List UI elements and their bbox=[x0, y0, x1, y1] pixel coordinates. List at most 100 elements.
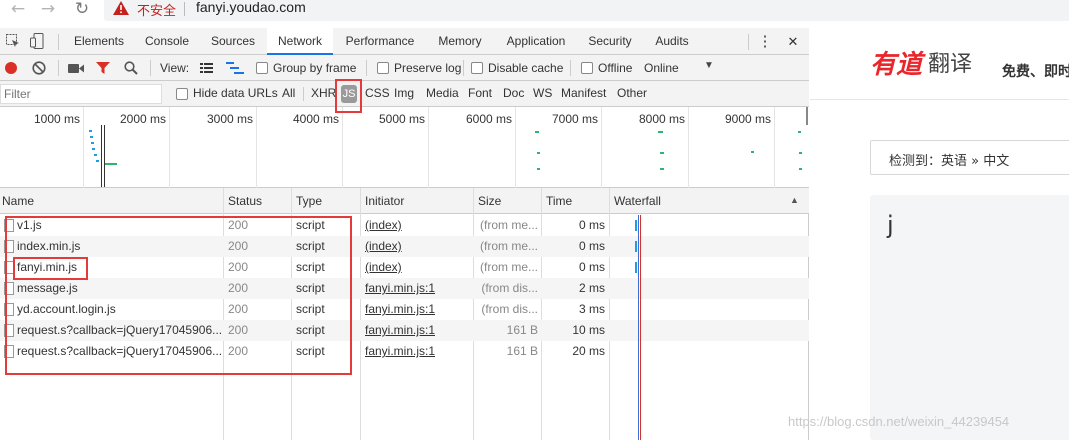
security-label[interactable]: 不安全 bbox=[137, 0, 176, 19]
tab-application[interactable]: Application bbox=[498, 28, 574, 55]
site-header: 有道 翻译 免费、即时 bbox=[810, 28, 1069, 100]
filter-type-all[interactable]: All bbox=[282, 86, 295, 100]
logo-text[interactable]: 翻译 bbox=[928, 50, 972, 80]
hide-data-urls-checkbox[interactable] bbox=[176, 88, 188, 100]
request-initiator-link[interactable]: fanyi.min.js:1 bbox=[365, 323, 435, 337]
preserve-log-checkbox[interactable] bbox=[377, 62, 389, 74]
overview-tick-label: 9000 ms bbox=[724, 112, 771, 126]
hide-data-urls-label[interactable]: Hide data URLs bbox=[193, 86, 278, 100]
filter-type-media[interactable]: Media bbox=[426, 86, 459, 100]
group-by-frame-checkbox[interactable] bbox=[256, 62, 268, 74]
filter-type-manifest[interactable]: Manifest bbox=[561, 86, 606, 100]
arrow-right-icon[interactable]: → bbox=[38, 0, 58, 20]
filter-type-css[interactable]: CSS bbox=[365, 86, 390, 100]
tab-audits[interactable]: Audits bbox=[646, 28, 698, 55]
arrow-left-icon[interactable]: ← bbox=[8, 0, 28, 20]
divider bbox=[463, 60, 464, 76]
large-rows-icon[interactable] bbox=[200, 63, 213, 73]
overview-mark bbox=[799, 168, 802, 170]
overview-tick-label: 4000 ms bbox=[292, 112, 339, 126]
divider bbox=[366, 60, 367, 76]
overview-mark bbox=[537, 152, 540, 154]
group-by-frame-label[interactable]: Group by frame bbox=[273, 61, 356, 75]
reload-icon[interactable]: ↻ bbox=[72, 0, 92, 20]
logo[interactable]: 有道 bbox=[870, 50, 922, 80]
sort-ascending-icon[interactable]: ▲ bbox=[790, 195, 799, 205]
request-size: 161 B bbox=[506, 323, 538, 337]
filter-type-other[interactable]: Other bbox=[617, 86, 647, 100]
overview-mark bbox=[751, 151, 754, 153]
device-toolbar-icon[interactable] bbox=[30, 33, 46, 49]
tab-console[interactable]: Console bbox=[136, 28, 198, 55]
column-header-waterfall[interactable]: Waterfall bbox=[614, 194, 661, 208]
tick-line bbox=[256, 107, 257, 188]
filter-type-xhr[interactable]: XHR bbox=[311, 86, 336, 100]
divider bbox=[303, 87, 304, 101]
url-text[interactable]: fanyi.youdao.com bbox=[196, 0, 306, 15]
chevron-down-icon[interactable]: ▼ bbox=[704, 60, 714, 71]
devtools-tab-bar: Elements Console Sources Network Perform… bbox=[0, 28, 809, 55]
tab-elements[interactable]: Elements bbox=[66, 28, 132, 55]
filter-type-ws[interactable]: WS bbox=[533, 86, 552, 100]
request-initiator-link[interactable]: fanyi.min.js:1 bbox=[365, 302, 435, 316]
annotation-highlight-box bbox=[5, 216, 352, 375]
column-header-type[interactable]: Type bbox=[296, 194, 322, 208]
offline-checkbox[interactable] bbox=[581, 62, 593, 74]
disable-cache-label[interactable]: Disable cache bbox=[488, 61, 563, 75]
request-initiator-link[interactable]: fanyi.min.js:1 bbox=[365, 281, 435, 295]
request-time: 10 ms bbox=[572, 323, 605, 337]
request-size: (from dis... bbox=[481, 302, 538, 316]
source-text-input[interactable]: j bbox=[870, 195, 1069, 440]
request-initiator-link[interactable]: (index) bbox=[365, 218, 402, 232]
overview-tick-label: 7000 ms bbox=[551, 112, 598, 126]
column-header-initiator[interactable]: Initiator bbox=[365, 194, 404, 208]
request-initiator-link[interactable]: (index) bbox=[365, 260, 402, 274]
input-text: j bbox=[887, 211, 894, 239]
tab-memory[interactable]: Memory bbox=[428, 28, 492, 55]
overview-scroll-handle[interactable] bbox=[806, 107, 808, 125]
overview-mark bbox=[96, 160, 99, 162]
overview-mark bbox=[92, 148, 95, 150]
omnibox[interactable]: 不安全 fanyi.youdao.com bbox=[104, 0, 1069, 21]
offline-label[interactable]: Offline bbox=[598, 61, 632, 75]
camera-icon[interactable] bbox=[68, 63, 84, 74]
filter-input[interactable] bbox=[0, 84, 162, 104]
waterfall-load-line bbox=[640, 215, 641, 440]
timeline-overview[interactable]: 1000 ms 2000 ms 3000 ms 4000 ms 5000 ms … bbox=[0, 107, 809, 188]
filter-type-font[interactable]: Font bbox=[468, 86, 492, 100]
request-initiator-link[interactable]: (index) bbox=[365, 239, 402, 253]
close-icon[interactable]: ✕ bbox=[784, 28, 802, 55]
waterfall-overview-icon[interactable] bbox=[226, 62, 244, 74]
column-header-time[interactable]: Time bbox=[546, 194, 572, 208]
tab-security[interactable]: Security bbox=[580, 28, 640, 55]
tick-line bbox=[601, 107, 602, 188]
filter-icon[interactable] bbox=[96, 61, 110, 75]
filter-type-img[interactable]: Img bbox=[394, 86, 414, 100]
overview-mark bbox=[105, 163, 117, 165]
filter-type-doc[interactable]: Doc bbox=[503, 86, 524, 100]
language-detect-label: 检测到：英语 » 中文 bbox=[889, 154, 1010, 169]
tab-sources[interactable]: Sources bbox=[202, 28, 264, 55]
throttling-select[interactable]: Online bbox=[644, 61, 679, 75]
preserve-log-label[interactable]: Preserve log bbox=[394, 61, 461, 75]
column-header-status[interactable]: Status bbox=[228, 194, 262, 208]
inspect-element-icon[interactable] bbox=[6, 34, 20, 48]
tab-network[interactable]: Network bbox=[267, 28, 333, 55]
disable-cache-checkbox[interactable] bbox=[471, 62, 483, 74]
record-icon[interactable] bbox=[4, 61, 18, 75]
search-icon[interactable] bbox=[124, 61, 138, 75]
column-header-name[interactable]: Name bbox=[2, 194, 34, 208]
annotation-highlight-box bbox=[13, 257, 88, 280]
request-initiator-link[interactable]: fanyi.min.js:1 bbox=[365, 344, 435, 358]
divider bbox=[150, 60, 151, 76]
overview-mark bbox=[94, 154, 97, 156]
tick-line bbox=[688, 107, 689, 188]
tick-line bbox=[342, 107, 343, 188]
column-header-size[interactable]: Size bbox=[478, 194, 501, 208]
more-menu-icon[interactable]: ⋮ bbox=[756, 28, 774, 55]
clear-icon[interactable] bbox=[32, 61, 46, 75]
devtools-panel: Elements Console Sources Network Perform… bbox=[0, 28, 809, 440]
annotation-highlight-box bbox=[335, 79, 362, 113]
language-selector[interactable]: 检测到：英语 » 中文 bbox=[870, 140, 1069, 175]
tab-performance[interactable]: Performance bbox=[338, 28, 422, 55]
